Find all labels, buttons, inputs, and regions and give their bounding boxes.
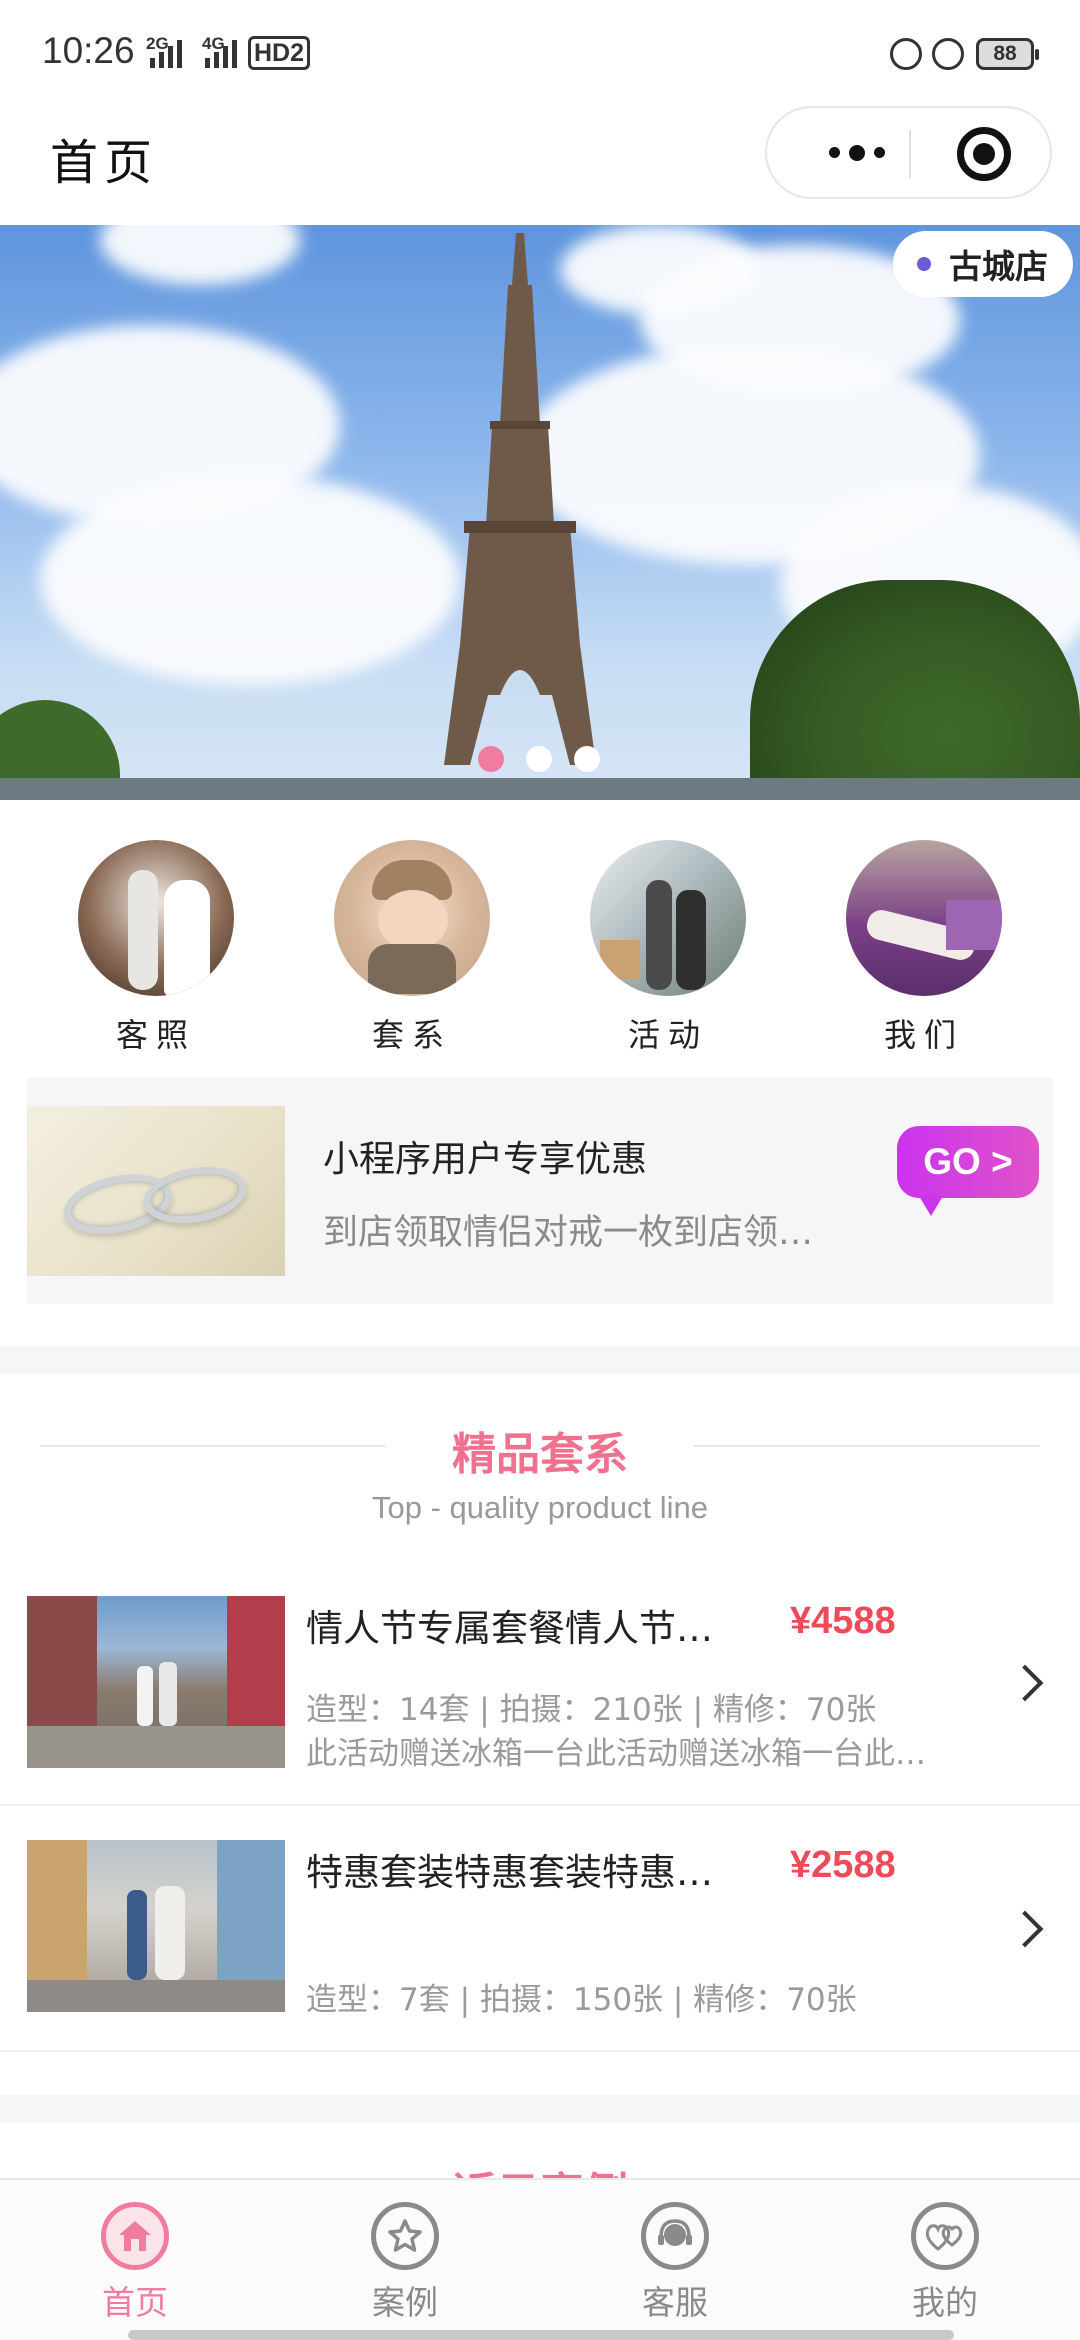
location-dot-icon (917, 257, 931, 271)
carousel-dot-active[interactable] (478, 746, 504, 772)
ground-strip (0, 778, 1080, 800)
promo-title: 小程序用户专享优惠 (323, 1139, 648, 1180)
tab-label: 案例 (372, 2283, 438, 2322)
category-activities-image (590, 840, 746, 996)
lock-icon (890, 38, 922, 70)
package-spec: 造型：7套 | 拍摄：150张 | 精修：70张 (306, 1982, 857, 2018)
tab-bar: 首页 案例 客服 我的 (0, 2178, 1080, 2340)
package-spec: 造型：14套 | 拍摄：210张 | 精修：70张 (306, 1692, 877, 1728)
package-name: 情人节专属套餐情人节… (306, 1607, 713, 1650)
go-button[interactable]: GO > (897, 1126, 1039, 1216)
section-title: 精品套系 (452, 1429, 628, 1480)
category-label: 我们 (883, 1016, 964, 1054)
category-packages-image (334, 840, 490, 996)
package-price: ¥2588 (790, 1844, 896, 1886)
package-row[interactable]: 情人节专属套餐情人节… ¥4588 造型：14套 | 拍摄：210张 | 精修：… (0, 1560, 1080, 1806)
package-note: 此活动赠送冰箱一台此活动赠送冰箱一台此… (306, 1736, 926, 1772)
eiffel-tower-image (444, 233, 596, 765)
chevron-right-icon[interactable] (1006, 1910, 1044, 1948)
status-bar: 10:26 2G 4G HD2 88 (0, 0, 1080, 105)
category-grid: 客照 套系 活动 我们 (0, 840, 1080, 1060)
page-title: 首页 (50, 135, 159, 191)
promo-subtitle: 到店领取情侣对戒一枚到店领… (323, 1213, 814, 1253)
package-name: 特惠套装特惠套装特惠… (306, 1851, 713, 1894)
tab-label: 客服 (642, 2283, 708, 2322)
category-about-us[interactable]: 我们 (824, 840, 1024, 1056)
tab-service[interactable]: 客服 (575, 2202, 775, 2324)
home-indicator (128, 2330, 954, 2340)
carousel-dot[interactable] (574, 746, 600, 772)
carousel-dot[interactable] (526, 746, 552, 772)
tab-cases[interactable]: 案例 (305, 2202, 505, 2324)
battery-icon: 88 (976, 38, 1039, 70)
tab-home[interactable]: 首页 (35, 2202, 235, 2324)
tab-label: 首页 (102, 2283, 168, 2322)
trees-right (750, 580, 1080, 800)
carousel-indicators (478, 746, 600, 772)
section-subtitle: Top - quality product line (371, 1490, 709, 1525)
close-target-button[interactable] (957, 127, 1011, 181)
package-image (27, 1596, 285, 1768)
home-icon (101, 2202, 169, 2270)
capsule-divider (909, 130, 911, 178)
package-image (27, 1840, 285, 2012)
status-time: 10:26 (42, 30, 135, 71)
tab-mine[interactable]: 我的 (845, 2202, 1045, 2324)
section-divider (0, 1346, 1080, 1374)
more-menu-button[interactable] (807, 108, 907, 197)
hd-badge: HD2 (248, 36, 311, 70)
hearts-icon (911, 2202, 979, 2270)
category-activities[interactable]: 活动 (568, 840, 768, 1056)
headset-icon (641, 2202, 709, 2270)
promo-rings-image (27, 1106, 285, 1276)
mini-program-capsule (765, 106, 1052, 199)
promo-card[interactable]: 小程序用户专享优惠 到店领取情侣对戒一枚到店领… GO > (27, 1078, 1053, 1304)
store-label: 古城店 (949, 247, 1048, 286)
nav-bar: 首页 (0, 105, 1080, 225)
store-selector[interactable]: 古城店 (893, 231, 1073, 297)
banner-carousel[interactable]: 古城店 (0, 225, 1080, 800)
category-label: 套系 (371, 1016, 452, 1054)
package-row[interactable]: 特惠套装特惠套装特惠… ¥2588 造型：7套 | 拍摄：150张 | 精修：7… (0, 1806, 1080, 2052)
tab-label: 我的 (912, 2283, 978, 2322)
category-client-photos[interactable]: 客照 (56, 840, 256, 1056)
alarm-icon (932, 38, 964, 70)
category-label: 活动 (627, 1016, 708, 1054)
category-about-us-image (846, 840, 1002, 996)
star-icon (371, 2202, 439, 2270)
signal-1-icon (150, 38, 182, 68)
category-label: 客照 (115, 1016, 196, 1054)
chevron-right-icon[interactable] (1006, 1664, 1044, 1702)
category-client-photos-image (78, 840, 234, 996)
category-packages[interactable]: 套系 (312, 840, 512, 1056)
signal-2-icon (205, 38, 237, 68)
section-divider (0, 2095, 1080, 2123)
package-price: ¥4588 (790, 1600, 896, 1642)
